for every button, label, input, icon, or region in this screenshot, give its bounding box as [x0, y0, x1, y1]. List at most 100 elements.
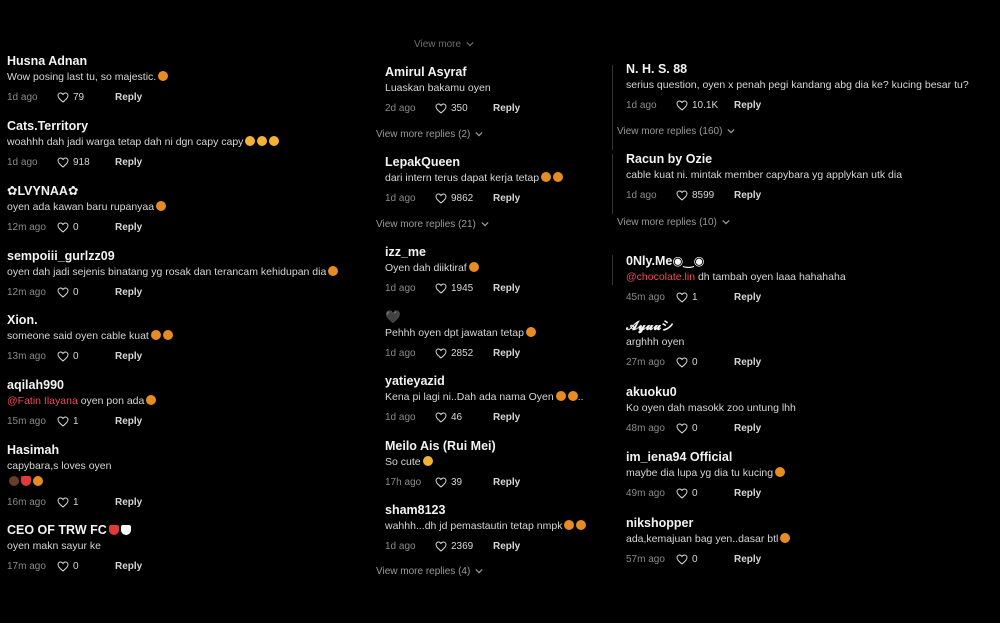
comment-username[interactable]: Meilo Ais (Rui Mei) — [385, 438, 611, 454]
like-button[interactable]: 79 — [57, 92, 105, 103]
comment-username[interactable]: N. H. S. 88 — [626, 61, 997, 77]
comment-username[interactable]: Hasimah — [7, 442, 367, 458]
like-button[interactable]: 39 — [435, 477, 483, 488]
username-text[interactable]: 𝓐𝔂𝓾𝓾シ — [626, 319, 674, 333]
like-heart-icon[interactable] — [435, 347, 447, 359]
comment-username[interactable]: im_iena94 Official — [626, 449, 997, 465]
comment-username[interactable]: nikshopper — [626, 515, 997, 531]
view-more-replies[interactable]: View more replies (10) — [617, 215, 730, 229]
like-heart-icon[interactable] — [435, 192, 447, 204]
username-text[interactable]: 🖤 — [385, 310, 401, 324]
like-heart-icon[interactable] — [57, 350, 69, 362]
username-text[interactable]: sempoiii_gurlzz09 — [7, 249, 115, 263]
like-button[interactable]: 2852 — [435, 348, 483, 359]
like-heart-icon[interactable] — [435, 411, 447, 423]
comment-username[interactable]: CEO OF TRW FC — [7, 522, 367, 538]
username-text[interactable]: Racun by Ozie — [626, 152, 712, 166]
view-more-label[interactable]: View more replies (21) — [376, 219, 476, 230]
username-text[interactable]: CEO OF TRW FC — [7, 523, 107, 537]
username-text[interactable]: sham8123 — [385, 503, 445, 517]
like-heart-icon[interactable] — [676, 99, 688, 111]
like-heart-icon[interactable] — [435, 102, 447, 114]
like-heart-icon[interactable] — [57, 221, 69, 233]
reply-button[interactable]: Reply — [115, 561, 142, 572]
like-heart-icon[interactable] — [676, 291, 688, 303]
username-text[interactable]: aqilah990 — [7, 378, 64, 392]
username-text[interactable]: Meilo Ais (Rui Mei) — [385, 439, 496, 453]
reply-button[interactable]: Reply — [493, 348, 520, 359]
username-text[interactable]: Amirul Asyraf — [385, 65, 467, 79]
view-more-label[interactable]: View more replies (2) — [376, 129, 470, 140]
reply-button[interactable]: Reply — [115, 287, 142, 298]
like-button[interactable]: 0 — [57, 351, 105, 362]
like-button[interactable]: 9862 — [435, 193, 483, 204]
comment-username[interactable]: ✿LVYNAA✿ — [7, 183, 367, 199]
comment-username[interactable]: Husna Adnan — [7, 53, 367, 69]
reply-button[interactable]: Reply — [115, 92, 142, 103]
reply-button[interactable]: Reply — [734, 488, 761, 499]
like-button[interactable]: 0 — [676, 357, 724, 368]
username-text[interactable]: ✿LVYNAA✿ — [7, 184, 78, 198]
username-text[interactable]: yatieyazid — [385, 374, 445, 388]
view-more-label[interactable]: View more replies (160) — [617, 126, 722, 137]
like-button[interactable]: 1 — [676, 292, 724, 303]
reply-button[interactable]: Reply — [493, 283, 520, 294]
like-heart-icon[interactable] — [676, 487, 688, 499]
reply-button[interactable]: Reply — [493, 477, 520, 488]
comment-username[interactable]: Racun by Ozie — [626, 151, 997, 167]
view-more-replies[interactable]: View more replies (21) — [376, 217, 489, 231]
like-button[interactable]: 0 — [676, 423, 724, 434]
comment-username[interactable]: 𝓐𝔂𝓾𝓾シ — [626, 318, 997, 334]
view-more-label[interactable]: View more replies (4) — [376, 566, 470, 577]
username-text[interactable]: 0Nly.Me◉‿◉ — [626, 254, 704, 268]
like-heart-icon[interactable] — [676, 189, 688, 201]
comment-username[interactable]: 0Nly.Me◉‿◉ — [626, 253, 997, 269]
username-text[interactable]: LepakQueen — [385, 155, 460, 169]
username-text[interactable]: Husna Adnan — [7, 54, 87, 68]
like-button[interactable]: 2369 — [435, 541, 483, 552]
reply-button[interactable]: Reply — [734, 357, 761, 368]
like-heart-icon[interactable] — [676, 356, 688, 368]
username-text[interactable]: im_iena94 Official — [626, 450, 732, 464]
mention-link[interactable]: @chocolate.lin — [626, 271, 695, 283]
like-button[interactable]: 0 — [57, 222, 105, 233]
view-more-label[interactable]: View more replies (10) — [617, 217, 717, 228]
view-more-label[interactable]: View more — [414, 39, 461, 50]
reply-button[interactable]: Reply — [734, 423, 761, 434]
comment-username[interactable]: Amirul Asyraf — [385, 64, 611, 80]
like-button[interactable]: 0 — [57, 287, 105, 298]
like-heart-icon[interactable] — [57, 560, 69, 572]
view-more-replies[interactable]: View more replies (2) — [376, 127, 483, 141]
like-button[interactable]: 1945 — [435, 283, 483, 294]
reply-button[interactable]: Reply — [115, 351, 142, 362]
like-button[interactable]: 1 — [57, 497, 105, 508]
comment-username[interactable]: Xion. — [7, 312, 367, 328]
username-text[interactable]: Xion. — [7, 313, 38, 327]
reply-button[interactable]: Reply — [734, 554, 761, 565]
reply-button[interactable]: Reply — [734, 100, 761, 111]
comment-username[interactable]: yatieyazid — [385, 373, 611, 389]
like-button[interactable]: 8599 — [676, 190, 724, 201]
comment-username[interactable]: sham8123 — [385, 502, 611, 518]
reply-button[interactable]: Reply — [115, 416, 142, 427]
view-more-replies[interactable]: View more replies (4) — [376, 564, 483, 578]
like-heart-icon[interactable] — [57, 91, 69, 103]
like-heart-icon[interactable] — [676, 553, 688, 565]
like-button[interactable]: 10.1K — [676, 100, 724, 111]
mention-link[interactable]: @Fatin Ilayana — [7, 395, 78, 407]
like-heart-icon[interactable] — [676, 422, 688, 434]
reply-button[interactable]: Reply — [115, 157, 142, 168]
reply-button[interactable]: Reply — [493, 412, 520, 423]
like-button[interactable]: 350 — [435, 103, 483, 114]
like-button[interactable]: 918 — [57, 157, 105, 168]
username-text[interactable]: akuoku0 — [626, 385, 677, 399]
like-heart-icon[interactable] — [57, 415, 69, 427]
comment-username[interactable]: 🖤 — [385, 309, 611, 325]
comment-username[interactable]: sempoiii_gurlzz09 — [7, 248, 367, 264]
like-button[interactable]: 0 — [676, 554, 724, 565]
like-heart-icon[interactable] — [57, 156, 69, 168]
like-heart-icon[interactable] — [57, 286, 69, 298]
like-heart-icon[interactable] — [57, 496, 69, 508]
like-heart-icon[interactable] — [435, 282, 447, 294]
comment-username[interactable]: Cats.Territory — [7, 118, 367, 134]
